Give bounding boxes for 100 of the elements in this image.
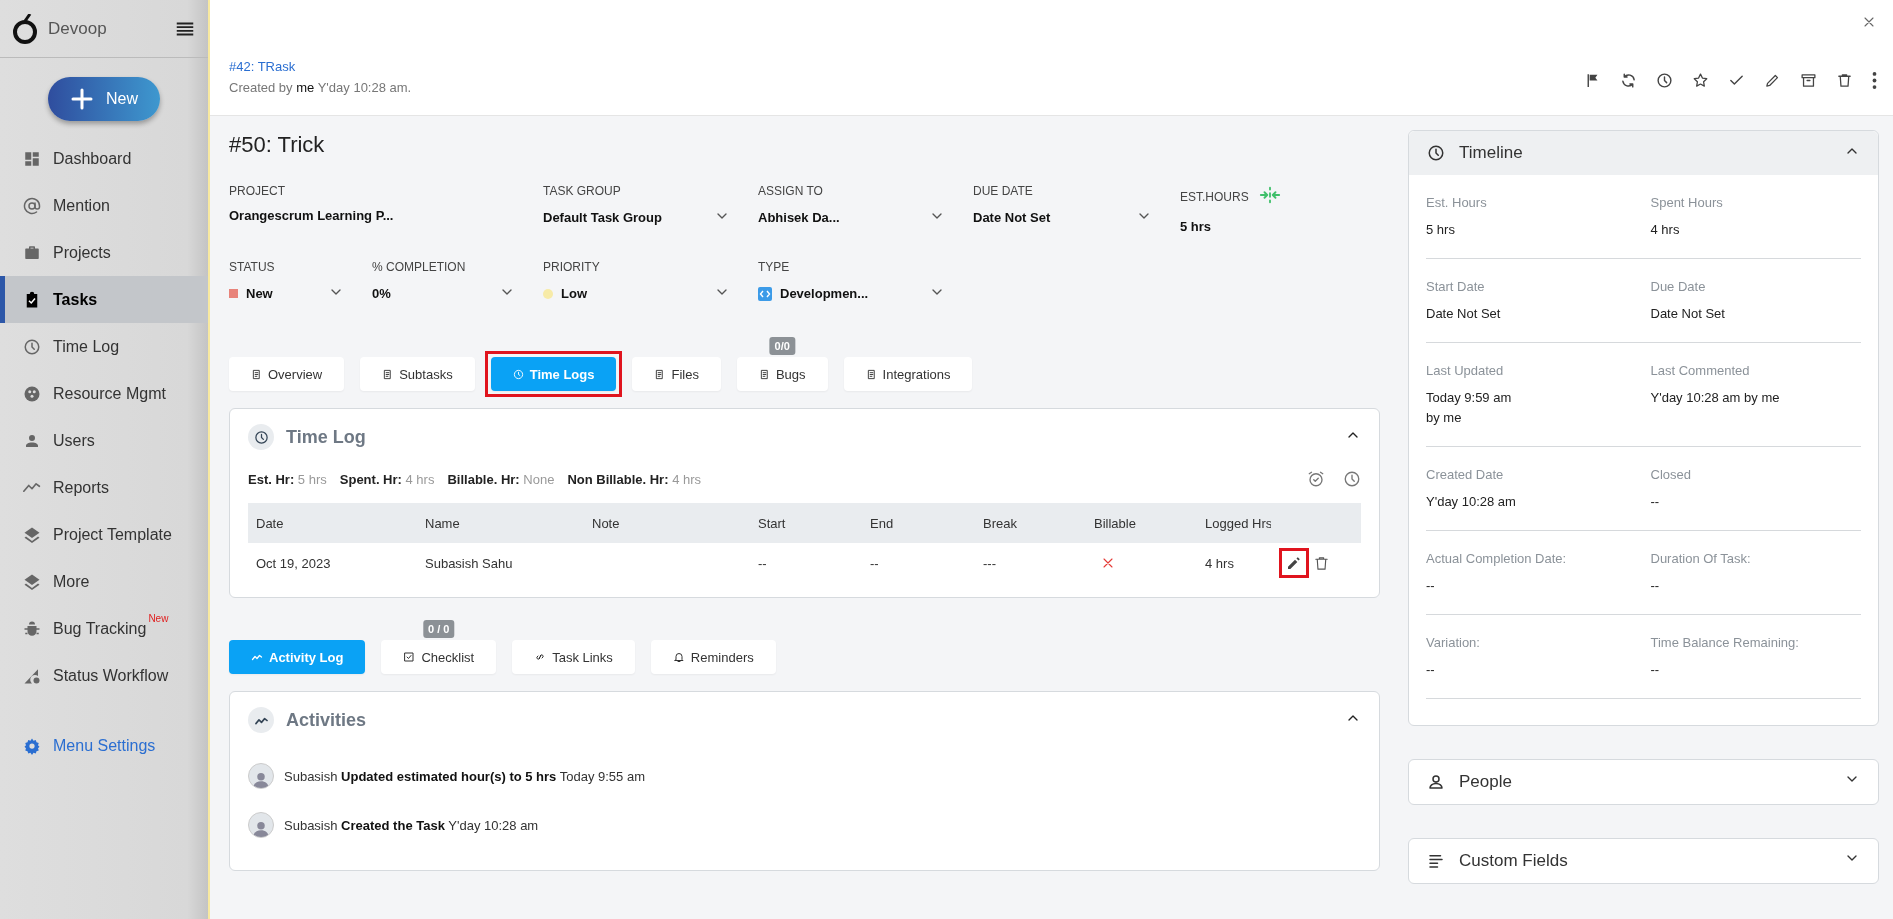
tab[interactable]: Reminders bbox=[650, 640, 776, 674]
nav-item[interactable]: Tasks bbox=[0, 276, 208, 323]
summary-item: Non Billable. Hr: 4 hrs bbox=[567, 471, 702, 487]
card-title: People bbox=[1459, 771, 1513, 792]
person-icon bbox=[1427, 772, 1445, 791]
refresh-icon bbox=[1620, 72, 1637, 89]
nav-item[interactable]: Users bbox=[0, 417, 208, 464]
info-value: 4 hrs bbox=[1650, 221, 1681, 239]
nav-item[interactable]: Status Workflow bbox=[0, 652, 208, 699]
field-label: ASSIGN TO bbox=[758, 184, 823, 198]
parent-task-link[interactable]: #42: TRask bbox=[229, 59, 1584, 74]
activity-text: Subasish Created the Task Y'day 10:28 am bbox=[284, 817, 539, 833]
field-label: TASK GROUP bbox=[543, 184, 621, 198]
dropdown[interactable]: Developmen... bbox=[758, 284, 973, 303]
archive-icon bbox=[1800, 72, 1817, 89]
layers-icon bbox=[23, 572, 41, 591]
field-label: TYPE bbox=[758, 260, 790, 274]
info-value: Date Not Set bbox=[1426, 304, 1502, 323]
info-value: -- bbox=[1650, 493, 1661, 512]
settings-icon bbox=[23, 737, 41, 755]
nav-item[interactable]: Projects bbox=[0, 229, 208, 276]
dropdown[interactable]: New bbox=[229, 284, 372, 303]
column-header: Billable bbox=[1086, 503, 1197, 543]
pencil-icon bbox=[1286, 555, 1302, 571]
info-label: Start Date bbox=[1426, 278, 1486, 294]
dropdown[interactable]: Default Task Group bbox=[543, 208, 758, 227]
info-label: Due Date bbox=[1650, 278, 1707, 294]
dropdown[interactable]: Low bbox=[543, 284, 758, 303]
pencil-icon bbox=[1764, 72, 1781, 89]
info-value: Y'day 10:28 am by me bbox=[1650, 388, 1781, 407]
activity-text: Subasish Updated estimated hour(s) to 5 hrs Today 9:55 am bbox=[284, 768, 645, 784]
table-cell-text: -- bbox=[869, 554, 880, 573]
table-cell-text: Oct 19, 2023 bbox=[255, 554, 332, 573]
palette-icon bbox=[23, 384, 41, 403]
avatar-icon bbox=[248, 763, 274, 789]
info-value: -- bbox=[1426, 577, 1436, 595]
created-info: Created by me Y'day 10:28 am. bbox=[229, 80, 413, 95]
clock-icon bbox=[253, 429, 269, 445]
table-cell-text: -- bbox=[757, 554, 768, 573]
info-label: Last Updated bbox=[1426, 362, 1505, 378]
trend-line-icon bbox=[23, 482, 41, 493]
nav-item[interactable]: Dashboard bbox=[0, 135, 208, 182]
nav-item[interactable]: Bug Tracking$^{New}$ bbox=[0, 605, 208, 652]
nav-item[interactable]: Time Log bbox=[0, 323, 208, 370]
field-value: 5 hrs bbox=[1180, 219, 1212, 234]
summary-item: Spent. Hr: 4 hrs bbox=[339, 471, 435, 487]
column-header: Break bbox=[975, 503, 1086, 543]
info-value: 5 hrs bbox=[1426, 221, 1456, 239]
split-columns-icon bbox=[1258, 184, 1281, 206]
clock-icon bbox=[1343, 470, 1361, 488]
new-label: New bbox=[148, 613, 169, 624]
field-label: PROJECT bbox=[229, 184, 285, 198]
nav-item[interactable]: More bbox=[0, 558, 208, 605]
dropdown[interactable]: Abhisek Da... bbox=[758, 208, 973, 227]
tab[interactable]: Files bbox=[632, 357, 721, 391]
new-button[interactable]: New bbox=[48, 77, 160, 121]
nav-item[interactable]: Reports bbox=[0, 464, 208, 511]
field-value: Orangescrum Learning P... bbox=[229, 208, 394, 223]
code-icon bbox=[758, 286, 772, 301]
star-icon bbox=[1692, 72, 1709, 89]
menu-settings-link[interactable]: Menu Settings bbox=[0, 737, 208, 755]
field-label: PRIORITY bbox=[543, 260, 600, 274]
tab[interactable]: Integrations bbox=[843, 357, 973, 391]
grid-icon bbox=[23, 149, 41, 168]
nav-item[interactable]: Project Template bbox=[0, 511, 208, 558]
clock-icon bbox=[1656, 72, 1673, 89]
more-icon bbox=[1872, 72, 1877, 89]
tab[interactable]: Subtasks bbox=[360, 357, 475, 391]
tab[interactable]: Overview bbox=[229, 357, 345, 391]
column-header: Note bbox=[584, 503, 750, 543]
nav-item[interactable]: Mention bbox=[0, 182, 208, 229]
info-value: -- bbox=[1426, 660, 1436, 679]
info-label: Time Balance Remaining: bbox=[1650, 634, 1800, 650]
clock-icon bbox=[23, 337, 41, 356]
at-sign-icon bbox=[23, 196, 41, 215]
column-header: Logged Hrs bbox=[1197, 503, 1271, 543]
info-value: Y'day 10:28 am bbox=[1426, 493, 1517, 512]
tab[interactable]: Task Links bbox=[512, 640, 635, 674]
nav-item[interactable]: Resource Mgmt bbox=[0, 370, 208, 417]
info-label: Spent Hours bbox=[1650, 195, 1724, 210]
info-value: Today 9:59 am by me bbox=[1426, 388, 1513, 428]
table-cell-text: 4 hrs bbox=[1204, 554, 1235, 573]
trash-icon bbox=[1836, 72, 1853, 89]
table-cell-text: --- bbox=[982, 554, 997, 573]
layers-icon bbox=[23, 525, 41, 544]
dropdown[interactable]: Date Not Set bbox=[973, 208, 1180, 227]
card-title: Activities bbox=[286, 709, 368, 731]
column-header: Date bbox=[248, 503, 417, 543]
card-title: Custom Fields bbox=[1459, 850, 1569, 871]
avatar-icon bbox=[248, 812, 274, 838]
info-label: Last Commented bbox=[1650, 362, 1751, 378]
task-title: #50: Trick bbox=[229, 132, 326, 158]
card-title: Timeline bbox=[1459, 143, 1524, 163]
brand-name: Devoop bbox=[48, 18, 108, 39]
table-cell-text: Subasish Sahu bbox=[424, 554, 514, 573]
count-badge: 0 / 0 bbox=[423, 620, 455, 638]
info-value: Date Not Set bbox=[1650, 304, 1726, 323]
dropdown[interactable]: 0% bbox=[372, 284, 543, 303]
card-title: Time Log bbox=[286, 426, 367, 448]
info-label: Est. Hours bbox=[1426, 195, 1488, 210]
